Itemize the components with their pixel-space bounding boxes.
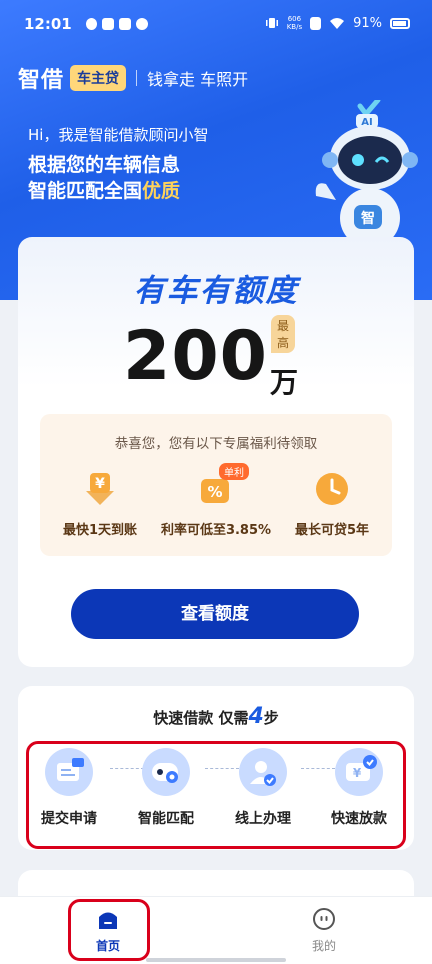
- card-title: 有车有额度: [133, 273, 299, 309]
- greeting-text: Hi，我是智能借款顾问小智: [28, 126, 209, 144]
- yuan-coin-icon: ¥: [81, 469, 119, 507]
- view-quota-button[interactable]: 查看额度: [71, 589, 359, 639]
- nav-mine-label: 我的: [311, 939, 336, 953]
- sim-icon: [310, 16, 322, 30]
- product-badge: 车主贷: [70, 65, 127, 91]
- app-logo: 智借: [18, 68, 65, 93]
- simple-interest-tag: 单利: [219, 463, 249, 480]
- annotation-box-steps: [26, 741, 406, 849]
- benefit-long-term: 最长可贷5年: [272, 469, 392, 538]
- vibrate-icon: [265, 18, 278, 28]
- header-divider: [136, 70, 138, 86]
- chat-app-icon: [136, 18, 148, 30]
- network-speed-value: 606: [287, 15, 302, 23]
- benefit-label: 最长可贷5年: [294, 523, 370, 538]
- nav-mine[interactable]: 我的: [284, 907, 364, 954]
- notification-dot-icon: [86, 18, 97, 30]
- benefit-title: 恭喜您，您有以下专属福利待领取: [114, 436, 318, 452]
- gesture-home-bar[interactable]: [146, 958, 286, 962]
- headline-line-1: 根据您的车辆信息: [28, 154, 181, 176]
- max-tag: 最高: [271, 315, 296, 353]
- benefit-fast-arrival: ¥ 最快1天到账: [40, 469, 160, 538]
- benefit-low-rate: % 单利 利率可低至3.85%: [156, 463, 276, 538]
- battery-percent: 91%: [353, 15, 382, 31]
- wifi-icon: [330, 17, 345, 29]
- network-speed-unit: KB/s: [286, 23, 303, 31]
- benefit-panel: 恭喜您，您有以下专属福利待领取 ¥ 最快1天到账 % 单利 利率可低至3.85%: [40, 414, 392, 556]
- headline-line-2-prefix: 智能匹配全国: [28, 180, 143, 202]
- steps-count: 4: [248, 704, 264, 729]
- benefit-label: 利率可低至3.85%: [160, 523, 272, 538]
- amount-block: 200 万 最高: [123, 315, 298, 417]
- steps-title-prefix: 快速借款 仅需: [153, 709, 249, 727]
- percent-glyph: %: [207, 483, 222, 501]
- amount-unit: 万: [270, 366, 299, 399]
- status-bar: 12:01 606 KB/s 91%: [0, 0, 432, 50]
- notification-icons: [86, 18, 148, 30]
- mail-icon: [102, 18, 114, 30]
- steps-title: 快速借款 仅需4步: [18, 704, 414, 729]
- percent-ticket-icon: % 单利: [197, 463, 249, 507]
- slogan: 钱拿走 车照开: [147, 70, 249, 89]
- status-time: 12:01: [24, 15, 72, 33]
- bottom-nav: 首页 我的: [0, 896, 432, 964]
- headline-line-2: 智能匹配全国优质: [28, 178, 180, 204]
- benefit-label: 最快1天到账: [62, 523, 138, 538]
- robot-chest-glyph: 智: [360, 210, 375, 227]
- brand-header: 智借 车主贷 钱拿走 车照开: [18, 62, 248, 94]
- battery-icon: [390, 17, 410, 29]
- clock-icon: [313, 469, 351, 507]
- annotation-box-home: [68, 899, 150, 961]
- status-right-group: 606 KB/s 91%: [265, 15, 410, 31]
- steps-title-suffix: 步: [263, 709, 279, 727]
- video-icon: [119, 18, 131, 30]
- hero-headline: 根据您的车辆信息 智能匹配全国优质: [28, 152, 180, 204]
- max-amount: 200: [123, 317, 268, 396]
- yuan-glyph: ¥: [95, 476, 105, 492]
- loan-amount-card: 有车有额度 200 万 最高 恭喜您，您有以下专属福利待领取 ¥ 最快1天到账 …: [18, 237, 414, 667]
- network-speed: 606 KB/s: [287, 15, 302, 31]
- headline-highlight: 优质: [142, 180, 181, 202]
- profile-face-icon: [312, 907, 336, 931]
